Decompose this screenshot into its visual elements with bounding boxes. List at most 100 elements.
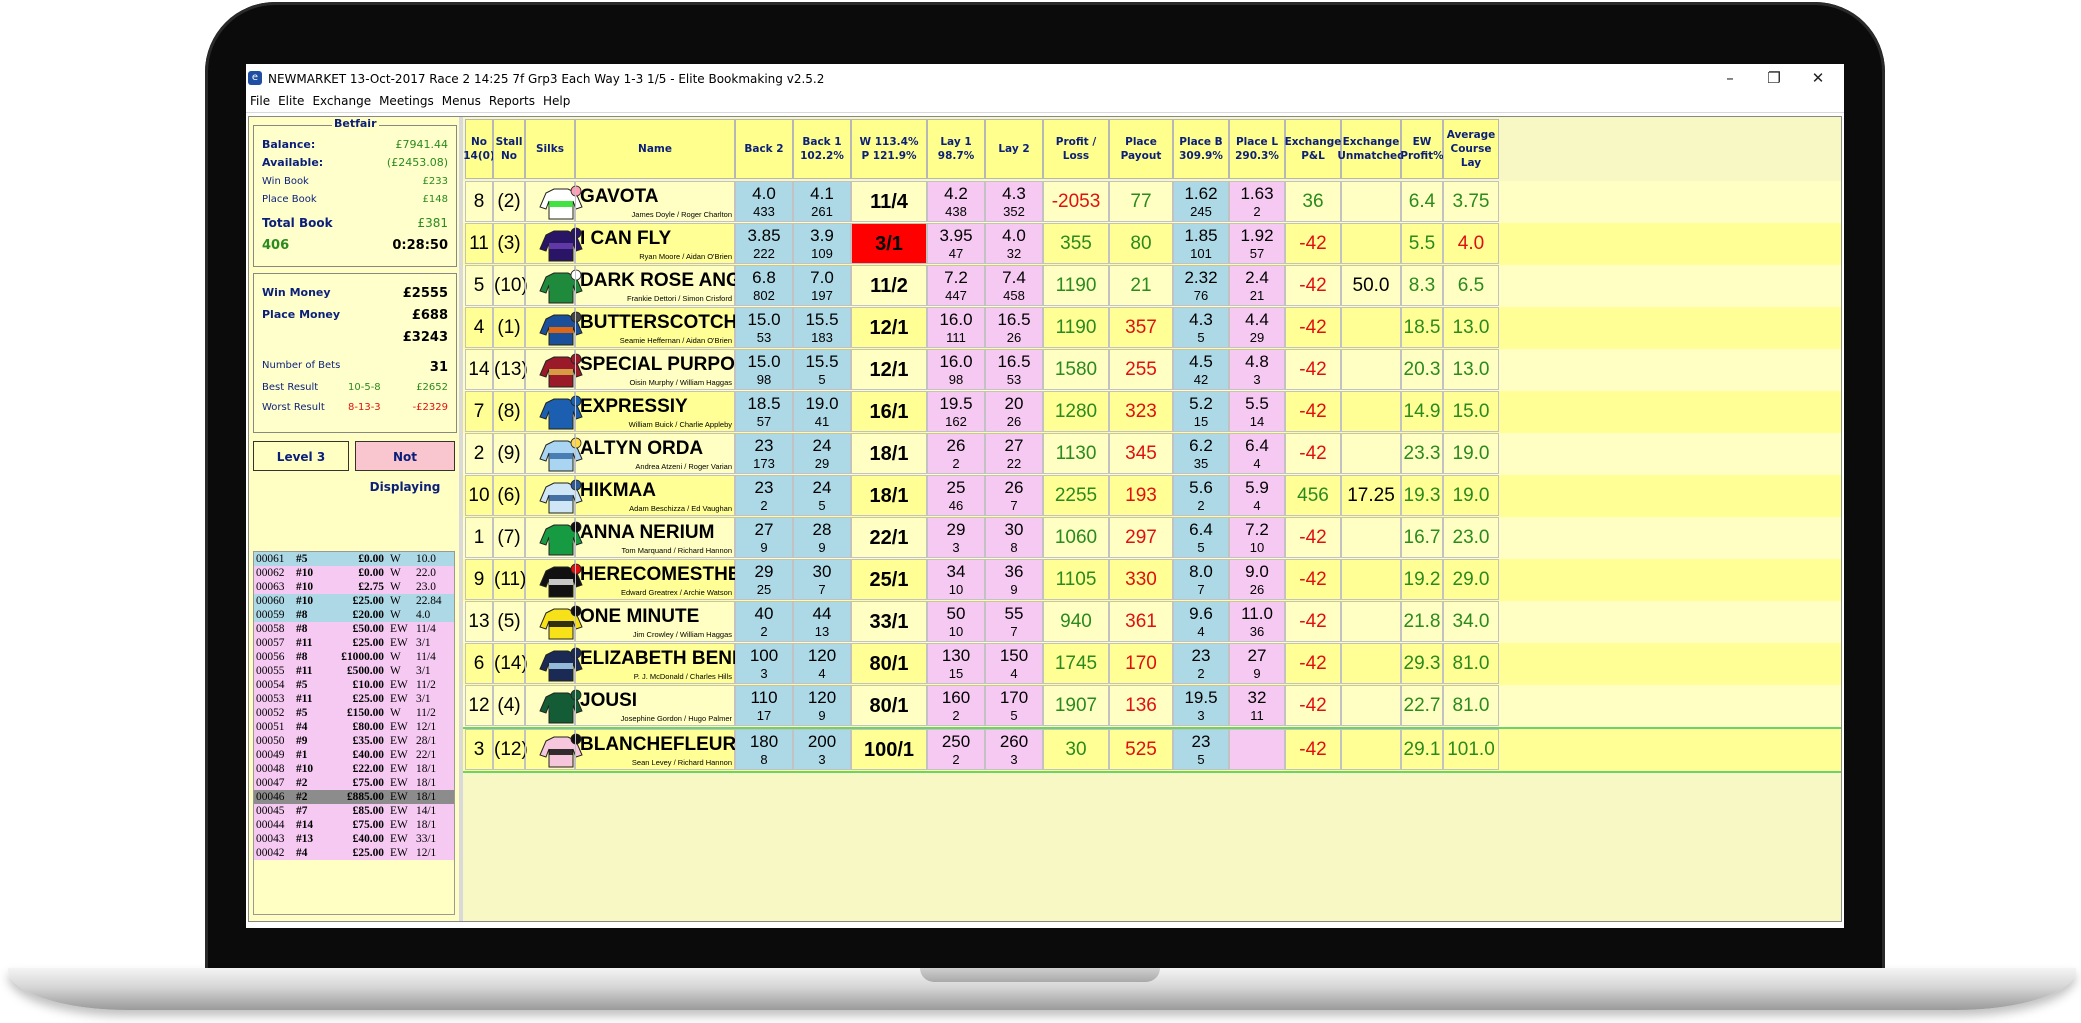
back2-cell[interactable]: 27 9 bbox=[735, 517, 793, 558]
place-back-cell[interactable]: 2.32 76 bbox=[1173, 265, 1229, 306]
back1-cell[interactable]: 4.1 261 bbox=[793, 181, 851, 222]
place-back-cell[interactable]: 1.62 245 bbox=[1173, 181, 1229, 222]
menu-file[interactable]: File bbox=[246, 92, 274, 108]
lay1-cell[interactable]: 16.0 98 bbox=[927, 349, 985, 390]
bet-list[interactable]: 00061 #5 £0.00 W 10.0 00062 #10 £0.00 W 22.0 00063… bbox=[253, 551, 455, 915]
runner-row[interactable]: 11 (3) I CAN FLY Ryan Moore / Aidan O'Brien… bbox=[463, 223, 1841, 265]
runner-row[interactable]: 2 (9) ALTYN ORDA Andrea Atzeni / Roger Vari… bbox=[463, 433, 1841, 475]
odds-cell[interactable]: 11/2 bbox=[851, 265, 927, 306]
odds-cell[interactable]: 18/1 bbox=[851, 475, 927, 516]
lay2-cell[interactable]: 55 7 bbox=[985, 601, 1043, 642]
runner-row[interactable]: 8 (2) GAVOTA James Doyle / Roger Charlton 4.… bbox=[463, 181, 1841, 223]
header-exchange-unmatched[interactable]: Exchange Unmatched bbox=[1337, 119, 1405, 179]
odds-cell[interactable]: 80/1 bbox=[851, 685, 927, 726]
restore-button[interactable]: ❐ bbox=[1752, 66, 1796, 90]
place-lay-cell[interactable]: 11.0 36 bbox=[1229, 601, 1285, 642]
back2-cell[interactable]: 29 25 bbox=[735, 559, 793, 600]
back2-cell[interactable]: 40 2 bbox=[735, 601, 793, 642]
odds-cell[interactable]: 25/1 bbox=[851, 559, 927, 600]
lay2-cell[interactable]: 260 3 bbox=[985, 729, 1043, 770]
odds-cell[interactable]: 12/1 bbox=[851, 349, 927, 390]
menu-exchange[interactable]: Exchange bbox=[308, 92, 375, 108]
bet-row[interactable]: 00044 #14 £75.00 EW 18/1 bbox=[254, 818, 454, 832]
menu-menus[interactable]: Menus bbox=[438, 92, 485, 108]
back1-cell[interactable]: 15.5 183 bbox=[793, 307, 851, 348]
bet-row[interactable]: 00050 #9 £35.00 EW 28/1 bbox=[254, 734, 454, 748]
back1-cell[interactable]: 120 4 bbox=[793, 643, 851, 684]
back1-cell[interactable]: 30 7 bbox=[793, 559, 851, 600]
bet-row[interactable]: 00048 #10 £22.00 EW 18/1 bbox=[254, 762, 454, 776]
display-toggle-button[interactable]: Not Displaying bbox=[355, 441, 455, 494]
place-lay-cell[interactable]: 2.4 21 bbox=[1229, 265, 1285, 306]
back1-cell[interactable]: 24 29 bbox=[793, 433, 851, 474]
back2-cell[interactable]: 180 8 bbox=[735, 729, 793, 770]
back2-cell[interactable]: 110 17 bbox=[735, 685, 793, 726]
odds-cell[interactable]: 18/1 bbox=[851, 433, 927, 474]
place-lay-cell[interactable]: 4.8 3 bbox=[1229, 349, 1285, 390]
bet-row[interactable]: 00061 #5 £0.00 W 10.0 bbox=[254, 552, 454, 566]
header-book[interactable]: W 113.4% P 121.9% bbox=[851, 119, 927, 179]
menu-elite[interactable]: Elite bbox=[274, 92, 308, 108]
lay2-cell[interactable]: 16.5 53 bbox=[985, 349, 1043, 390]
lay2-cell[interactable]: 36 9 bbox=[985, 559, 1043, 600]
bet-row[interactable]: 00062 #10 £0.00 W 22.0 bbox=[254, 566, 454, 580]
back2-cell[interactable]: 23 173 bbox=[735, 433, 793, 474]
lay2-cell[interactable]: 150 4 bbox=[985, 643, 1043, 684]
minimize-button[interactable]: – bbox=[1708, 66, 1752, 90]
runner-row[interactable]: 4 (1) BUTTERSCOTCH Seamie Heffernan / Aidan… bbox=[463, 307, 1841, 349]
lay1-cell[interactable]: 29 3 bbox=[927, 517, 985, 558]
header-place-lay[interactable]: Place L 290.3% bbox=[1229, 119, 1285, 179]
lay1-cell[interactable]: 4.2 438 bbox=[927, 181, 985, 222]
odds-cell[interactable]: 16/1 bbox=[851, 391, 927, 432]
runner-row[interactable]: 3 (12) BLANCHEFLEUR Sean Levey / Richard Ha… bbox=[463, 729, 1841, 771]
lay2-cell[interactable]: 20 26 bbox=[985, 391, 1043, 432]
odds-cell[interactable]: 12/1 bbox=[851, 307, 927, 348]
runner-row[interactable]: 14 (13) SPECIAL PURPOSE Oisin Murphy / Will… bbox=[463, 349, 1841, 391]
lay2-cell[interactable]: 4.3 352 bbox=[985, 181, 1043, 222]
place-back-cell[interactable]: 9.6 4 bbox=[1173, 601, 1229, 642]
header-back1[interactable]: Back 1 102.2% bbox=[793, 119, 851, 179]
place-lay-cell[interactable]: 32 11 bbox=[1229, 685, 1285, 726]
odds-cell[interactable]: 100/1 bbox=[851, 729, 927, 770]
place-lay-cell[interactable]: 5.9 4 bbox=[1229, 475, 1285, 516]
header-name[interactable]: Name bbox=[575, 119, 735, 179]
place-lay-cell[interactable]: 7.2 10 bbox=[1229, 517, 1285, 558]
lay2-cell[interactable]: 16.5 26 bbox=[985, 307, 1043, 348]
place-back-cell[interactable]: 4.3 5 bbox=[1173, 307, 1229, 348]
header-ew-profit[interactable]: EW Profit% bbox=[1400, 119, 1444, 179]
runner-row[interactable]: 7 (8) EXPRESSIY William Buick / Charlie App… bbox=[463, 391, 1841, 433]
back1-cell[interactable]: 24 5 bbox=[793, 475, 851, 516]
place-lay-cell[interactable]: 5.5 14 bbox=[1229, 391, 1285, 432]
place-lay-cell[interactable]: 4.4 29 bbox=[1229, 307, 1285, 348]
bet-row[interactable]: 00054 #5 £10.00 EW 11/2 bbox=[254, 678, 454, 692]
place-back-cell[interactable]: 4.5 42 bbox=[1173, 349, 1229, 390]
lay2-cell[interactable]: 4.0 32 bbox=[985, 223, 1043, 264]
lay1-cell[interactable]: 16.0 111 bbox=[927, 307, 985, 348]
bet-row[interactable]: 00063 #10 £2.75 W 23.0 bbox=[254, 580, 454, 594]
header-place-payout[interactable]: Place Payout bbox=[1109, 119, 1173, 179]
bet-row[interactable]: 00047 #2 £75.00 EW 18/1 bbox=[254, 776, 454, 790]
bet-row[interactable]: 00052 #5 £150.00 W 11/2 bbox=[254, 706, 454, 720]
back1-cell[interactable]: 19.0 41 bbox=[793, 391, 851, 432]
header-avg-course-lay[interactable]: Average Course Lay bbox=[1443, 119, 1499, 179]
place-back-cell[interactable]: 5.2 15 bbox=[1173, 391, 1229, 432]
place-back-cell[interactable]: 5.6 2 bbox=[1173, 475, 1229, 516]
place-lay-cell[interactable]: 1.63 2 bbox=[1229, 181, 1285, 222]
lay1-cell[interactable]: 19.5 162 bbox=[927, 391, 985, 432]
bet-row[interactable]: 00057 #11 £25.00 EW 3/1 bbox=[254, 636, 454, 650]
lay1-cell[interactable]: 7.2 447 bbox=[927, 265, 985, 306]
place-lay-cell[interactable]: 27 9 bbox=[1229, 643, 1285, 684]
level-button[interactable]: Level 3 bbox=[253, 441, 349, 471]
back2-cell[interactable]: 4.0 433 bbox=[735, 181, 793, 222]
bet-row[interactable]: 00060 #10 £25.00 W 22.84 bbox=[254, 594, 454, 608]
place-back-cell[interactable]: 8.0 7 bbox=[1173, 559, 1229, 600]
place-back-cell[interactable]: 23 5 bbox=[1173, 729, 1229, 770]
back2-cell[interactable]: 23 2 bbox=[735, 475, 793, 516]
menu-reports[interactable]: Reports bbox=[485, 92, 539, 108]
header-exchange-pl[interactable]: Exchange P&L bbox=[1285, 119, 1341, 179]
back2-cell[interactable]: 15.0 53 bbox=[735, 307, 793, 348]
lay1-cell[interactable]: 34 10 bbox=[927, 559, 985, 600]
lay1-cell[interactable]: 160 2 bbox=[927, 685, 985, 726]
back1-cell[interactable]: 44 13 bbox=[793, 601, 851, 642]
place-back-cell[interactable]: 6.4 5 bbox=[1173, 517, 1229, 558]
